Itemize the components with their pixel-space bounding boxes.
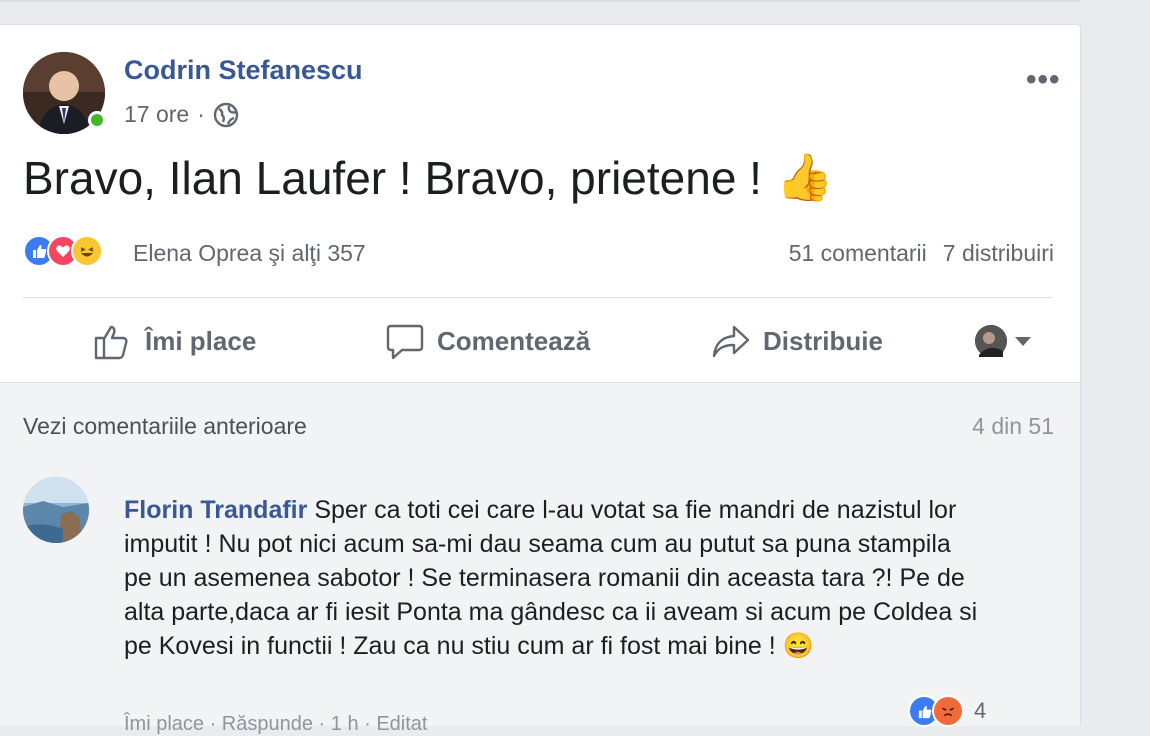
reaction-icons[interactable] [23,235,103,267]
shares-count-link[interactable]: 7 distribuiri [943,240,1054,267]
post-author-name[interactable]: Codrin Stefanescu [124,55,363,86]
globe-icon[interactable] [213,102,239,128]
commenter-name[interactable]: Florin Trandafir [124,496,307,524]
like-button[interactable]: Îmi place [93,319,256,363]
haha-icon [71,235,103,267]
post-timestamp[interactable]: 17 ore [124,101,189,128]
comment-button[interactable]: Comentează [385,319,590,363]
share-button[interactable]: Distribuie [711,319,883,363]
like-button-label: Îmi place [145,325,257,356]
post-card: Codrin Stefanescu 17 ore · ••• Bravo, Il… [0,24,1081,735]
user-mini-avatar [975,325,1007,357]
view-previous-comments-link[interactable]: Vezi comentariile anterioare [23,413,307,440]
post-action-bar: Îmi place Comentează Distribuie [0,305,1080,381]
comments-count-link[interactable]: 51 comentarii [789,240,927,267]
post-message-text: Bravo, Ilan Laufer ! Bravo, prietene ! [23,151,762,204]
feed-background [0,0,1150,24]
comment-reaction-count: 4 [974,698,987,723]
comment-button-label: Comentează [437,325,591,356]
share-button-label: Distribuie [763,325,883,356]
commenter-avatar[interactable] [23,477,89,543]
thumbs-up-emoji-icon: 👍 [775,151,834,203]
more-options-icon[interactable]: ••• [1026,63,1061,97]
share-arrow-icon [712,325,750,358]
comment-actions[interactable]: Îmi place · Răspunde · 1 h · Editat [124,713,427,736]
comment-bubble-icon [386,324,424,360]
comments-section: Vezi comentariile anterioare 4 din 51 Fl… [0,382,1080,735]
post-meta: 17 ore · [124,101,239,128]
post-divider [23,297,1053,298]
post-message: Bravo, Ilan Laufer ! Bravo, prietene ! 👍 [23,150,833,205]
comment-bubble: Florin Trandafir Sper ca toti cei care l… [108,479,998,701]
engagement-counts: 51 comentarii 7 distribuiri [789,240,1054,267]
chevron-down-icon [1015,336,1031,346]
meta-separator: · [197,101,205,127]
previous-card-edge [0,0,1080,2]
grin-emoji-icon: 😄 [782,632,814,660]
react-as-selector[interactable] [975,325,1031,357]
comment-content: Florin Trandafir Sper ca toti cei care l… [124,493,984,663]
online-status-dot [88,111,106,129]
reactions-summary[interactable]: Elena Oprea şi alţi 357 [133,240,366,267]
thumbs-up-outline-icon [94,325,128,360]
comments-pagination: 4 din 51 [972,413,1054,439]
